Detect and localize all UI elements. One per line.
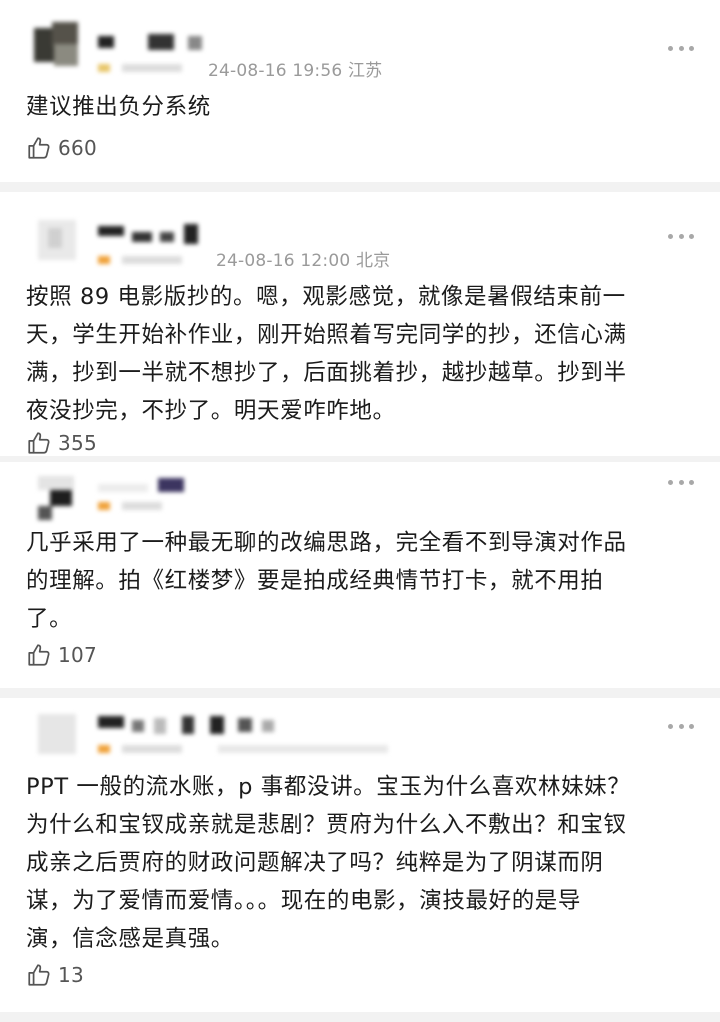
more-dots-icon[interactable] [668,722,694,730]
avatar[interactable] [34,710,80,758]
badges-redacted [98,500,168,512]
username-redacted[interactable] [98,30,208,56]
comment-header: 24-08-16 19:56 江苏 [0,0,720,81]
more-dots-icon[interactable] [668,232,694,240]
badges-redacted [98,254,188,266]
username-redacted[interactable] [98,220,216,248]
comment-line: 为什么和宝钗成亲就是悲剧？贾府为什么入不敷出？和宝钗 [26,812,627,838]
comment-line: 按照 89 电影版抄的。嗯，观影感觉，就像是暑假结束前一 [26,284,626,310]
comment-date: 24-08-16 19:56 [208,61,343,81]
more-dots-icon[interactable] [668,44,694,52]
like-count: 13 [58,963,85,987]
badges-redacted [98,62,188,74]
comment-line: 天，学生开始补作业，刚开始照着写完同学的抄，还信心满 [26,322,627,348]
comment-line: 夜没抄完，不抄了。明天爱咋咋地。 [26,398,396,424]
badges-redacted [98,742,398,756]
like-count: 660 [58,136,98,160]
more-dots-icon[interactable] [668,478,694,486]
comment-text: 建议推出负分系统 [26,88,698,126]
comment-card: 24-08-16 19:56 江苏 建议推出负分系统 660 [0,0,720,182]
thumbs-up-icon [28,432,50,454]
comment-card: PPT 一般的流水账，p 事都没讲。宝玉为什么喜欢林妹妹？ 为什么和宝钗成亲就是… [0,698,720,1022]
username-redacted[interactable] [98,712,278,738]
like-button[interactable]: 660 [26,133,97,163]
like-count: 355 [58,431,98,455]
comment-location: 江苏 [347,61,383,81]
comment-line: 建议推出负分系统 [26,94,211,120]
comment-meta: 24-08-16 12:00 北京 [216,246,390,271]
comment-location: 北京 [355,251,391,271]
comment-line: PPT 一般的流水账，p 事都没讲。宝玉为什么喜欢林妹妹？ [26,774,631,800]
comment-text: PPT 一般的流水账，p 事都没讲。宝玉为什么喜欢林妹妹？ 为什么和宝钗成亲就是… [26,768,698,958]
thumbs-up-icon [28,644,50,666]
comment-text: 按照 89 电影版抄的。嗯，观影感觉，就像是暑假结束前一 天，学生开始补作业，刚… [26,278,698,430]
like-button[interactable]: 13 [26,960,84,990]
comment-divider [0,688,720,698]
comment-card: 24-08-16 12:00 北京 按照 89 电影版抄的。嗯，观影感觉，就像是… [0,192,720,464]
username-redacted[interactable] [98,476,208,498]
comment-line: 的理解。拍《红楼梦》要是拍成经典情节打卡，就不用拍 [26,568,604,594]
comment-line: 几乎采用了一种最无聊的改编思路，完全看不到导演对作品 [26,530,627,556]
comment-date: 24-08-16 12:00 [216,251,351,271]
comment-line: 满，抄到一半就不想抄了，后面挑着抄，越抄越草。抄到半 [26,360,627,386]
comment-feed: 24-08-16 19:56 江苏 建议推出负分系统 660 24-08-16 … [0,0,720,1022]
thumbs-up-icon [28,964,50,986]
comment-divider [0,182,720,192]
comment-line: 成亲之后贾府的财政问题解决了吗？纯粹是为了阴谋而阴 [26,850,604,876]
avatar[interactable] [34,476,82,522]
thumbs-up-icon [28,137,50,159]
comment-line: 演，信念感是真强。 [26,926,234,952]
like-button[interactable]: 355 [26,430,97,456]
comment-line: 了。 [26,606,73,632]
comment-header: 24-08-16 12:00 北京 [0,192,720,272]
like-button[interactable]: 107 [26,640,97,670]
comment-line: 谋，为了爱情而爱情。。。现在的电影，演技最好的是导 [26,888,582,914]
comment-meta: 24-08-16 19:56 江苏 [208,56,382,81]
comment-header [0,698,720,778]
avatar[interactable] [34,22,82,72]
avatar[interactable] [34,216,80,264]
comment-divider [0,1012,720,1022]
comment-text: 几乎采用了一种最无聊的改编思路，完全看不到导演对作品 的理解。拍《红楼梦》要是拍… [26,524,698,638]
like-count: 107 [58,643,98,667]
comment-card: 几乎采用了一种最无聊的改编思路，完全看不到导演对作品 的理解。拍《红楼梦》要是拍… [0,462,720,688]
